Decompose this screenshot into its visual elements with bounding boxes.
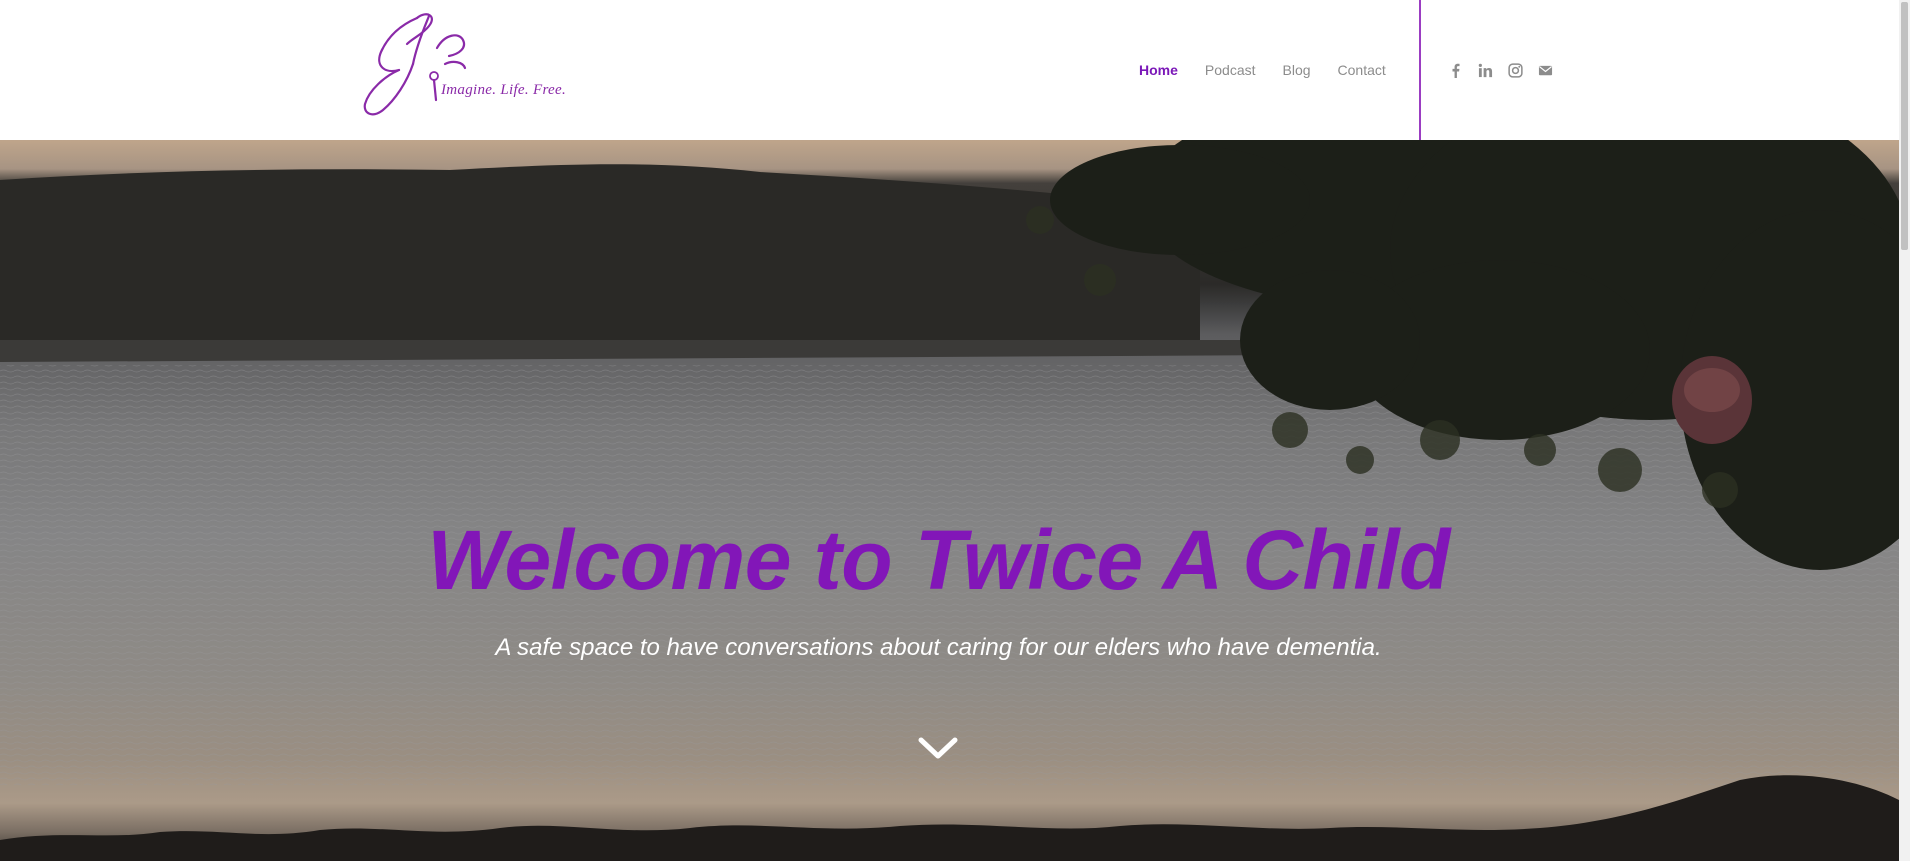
nav-item-home[interactable]: Home <box>1139 62 1178 78</box>
nav-item-podcast[interactable]: Podcast <box>1205 62 1256 78</box>
hero-section: Welcome to Twice A Child A safe space to… <box>0 140 1899 861</box>
scrollbar-thumb[interactable] <box>1901 2 1908 250</box>
logo-tagline: Imagine. Life. Free. <box>441 82 566 98</box>
hero-subtitle: A safe space to have conversations about… <box>495 634 1382 661</box>
header-divider <box>1419 0 1421 140</box>
facebook-icon[interactable] <box>1440 55 1470 85</box>
mail-icon[interactable] <box>1530 55 1560 85</box>
page-scrollbar[interactable] <box>1899 0 1910 861</box>
nav-item-blog[interactable]: Blog <box>1283 62 1311 78</box>
site-logo[interactable]: Imagine. Life. Free. <box>355 4 567 120</box>
nav-item-contact[interactable]: Contact <box>1338 62 1386 78</box>
site-header: Imagine. Life. Free. Home Podcast Blog C… <box>0 0 1899 140</box>
chevron-down-icon[interactable] <box>916 734 960 764</box>
instagram-icon[interactable] <box>1500 55 1530 85</box>
social-links <box>1440 0 1560 140</box>
butterfly-logo-icon <box>363 13 467 116</box>
main-nav: Home Podcast Blog Contact <box>1120 0 1386 140</box>
hero-title: Welcome to Twice A Child <box>427 513 1450 607</box>
linkedin-icon[interactable] <box>1470 55 1500 85</box>
